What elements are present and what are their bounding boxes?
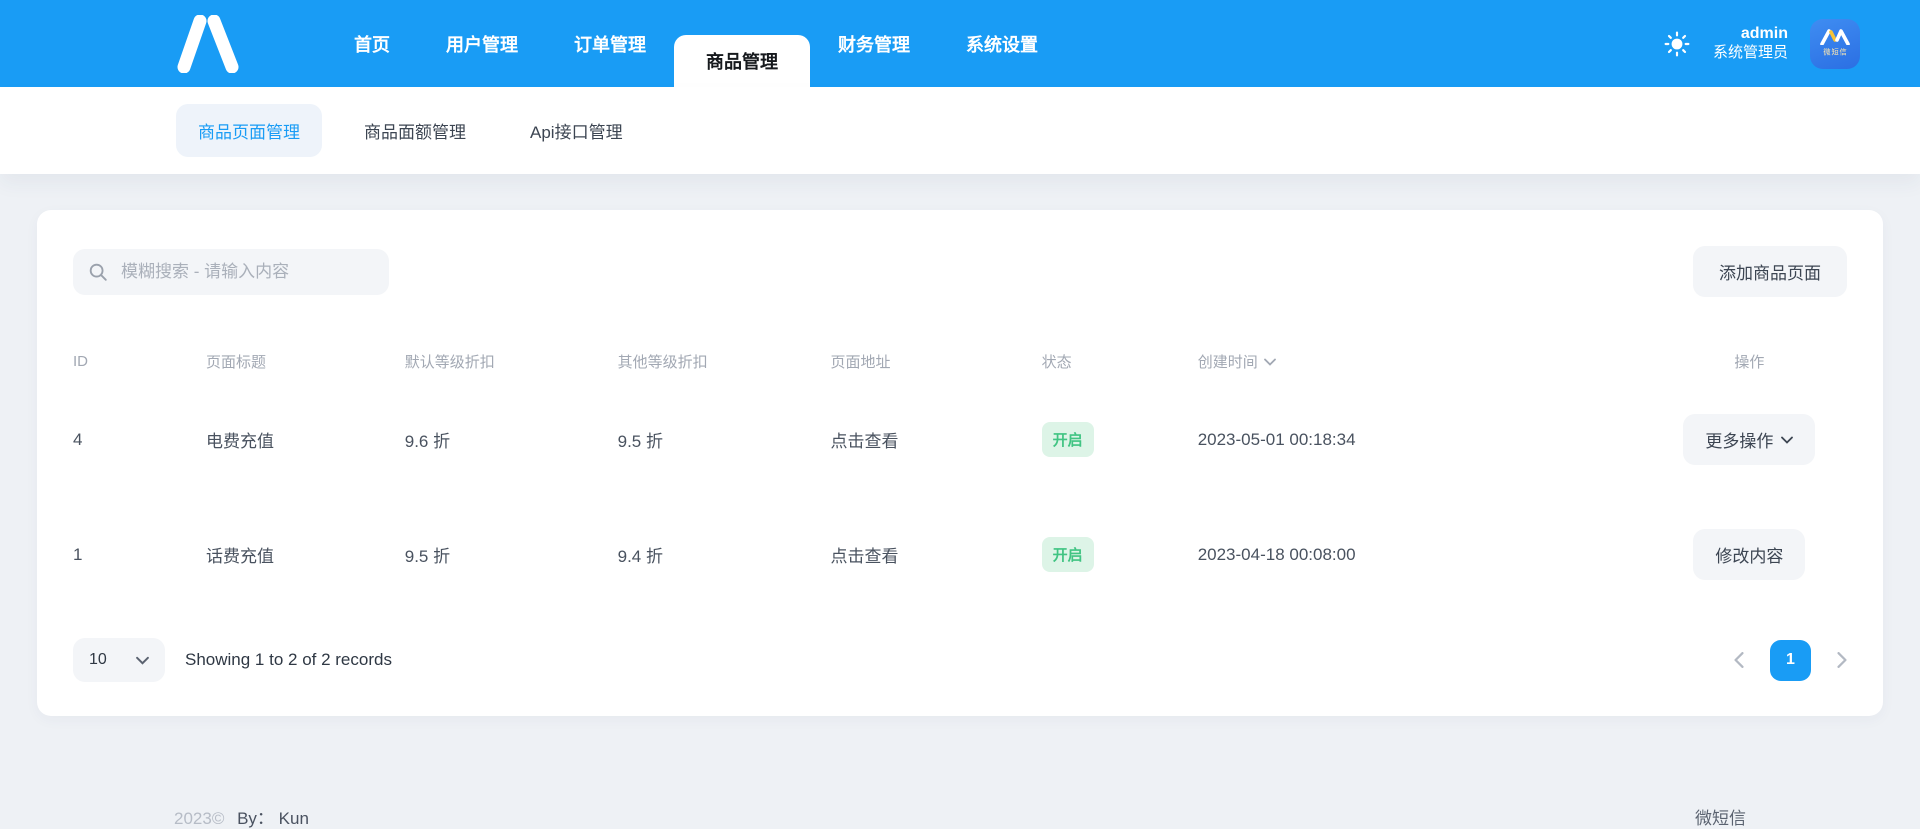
cell-actions: 更多操作	[1683, 382, 1816, 497]
avatar[interactable]: 微短信	[1810, 18, 1860, 69]
page-number-button[interactable]: 1	[1770, 639, 1811, 681]
cell-default-discount: 9.5 折	[404, 547, 451, 566]
col-header-created-at[interactable]: 创建时间	[1198, 341, 1652, 382]
cell-id: 4	[73, 429, 83, 449]
col-header-title: 页面标题	[206, 354, 267, 371]
next-page-icon[interactable]	[1837, 652, 1847, 668]
subnav-item-product-pages[interactable]: 商品页面管理	[176, 104, 322, 157]
user-role: 系统管理员	[1712, 44, 1788, 62]
avatar-logo-text: 微短信	[1822, 48, 1848, 57]
chevron-down-icon	[1781, 436, 1794, 444]
col-header-default-discount: 默认等级折扣	[404, 354, 495, 371]
status-badge: 开启	[1041, 537, 1094, 572]
table-header-row: ID 页面标题 默认等级折扣 其他等级折扣 页面地址 状态 创建时间 操作	[73, 341, 1847, 382]
col-header-id: ID	[73, 353, 88, 370]
nav-item-orders[interactable]: 订单管理	[546, 0, 674, 87]
search-icon	[87, 261, 109, 283]
page-size-select[interactable]: 10	[73, 638, 165, 682]
cell-id: 1	[73, 544, 83, 564]
cell-created-at: 2023-04-18 00:08:00	[1197, 544, 1356, 564]
pagination: 10 Showing 1 to 2 of 2 records 1	[73, 638, 1847, 682]
search-input[interactable]	[121, 261, 375, 282]
table-row: 1 话费充值 9.5 折 9.4 折 点击查看 开启 2023-04-18 00…	[73, 497, 1847, 612]
edit-content-button[interactable]: 修改内容	[1693, 529, 1806, 580]
sun-icon[interactable]	[1663, 30, 1691, 58]
page-footer: 2023© By： Kun 微短信	[0, 804, 1920, 829]
footer-author: By： Kun	[237, 809, 309, 828]
app-logo-icon[interactable]	[170, 14, 246, 73]
nav-item-home[interactable]: 首页	[326, 0, 418, 87]
chevron-down-icon	[136, 656, 149, 665]
add-product-page-button[interactable]: 添加商品页面	[1693, 246, 1847, 297]
pager-controls: 1	[1734, 639, 1847, 681]
cell-status: 开启	[1041, 390, 1198, 489]
toolbar: 添加商品页面	[73, 246, 1847, 297]
main-content: 添加商品页面 ID 页面标题 默认等级折扣 其他等级折扣 页面地址 状态 创建时…	[0, 174, 1920, 716]
cell-page-link[interactable]: 点击查看	[830, 510, 1041, 599]
cell-other-discount: 9.5 折	[617, 432, 663, 451]
col-header-other-discount: 其他等级折扣	[617, 354, 708, 371]
status-badge: 开启	[1041, 422, 1094, 457]
main-nav: 首页 用户管理 订单管理 商品管理 财务管理 系统设置	[326, 0, 1066, 87]
cell-title: 话费充值	[206, 547, 275, 566]
nav-item-settings[interactable]: 系统设置	[938, 0, 1066, 87]
cell-status: 开启	[1041, 505, 1198, 604]
user-meta: admin 系统管理员	[1713, 24, 1788, 63]
cell-default-discount: 9.6 折	[404, 432, 451, 451]
user-name: admin	[1740, 25, 1788, 43]
footer-left: 2023© By： Kun	[174, 804, 309, 829]
nav-item-finance[interactable]: 财务管理	[810, 0, 938, 87]
cell-other-discount: 9.4 折	[617, 547, 663, 566]
cell-page-link[interactable]: 点击查看	[830, 395, 1041, 484]
content-card: 添加商品页面 ID 页面标题 默认等级折扣 其他等级折扣 页面地址 状态 创建时…	[37, 210, 1883, 716]
cell-actions: 修改内容	[1693, 497, 1806, 612]
more-actions-button[interactable]: 更多操作	[1683, 414, 1816, 465]
col-header-page-url: 页面地址	[830, 354, 891, 371]
search-box	[73, 248, 389, 295]
nav-item-products[interactable]: 商品管理	[674, 35, 810, 87]
subnav-item-api[interactable]: Api接口管理	[508, 104, 645, 157]
records-summary: Showing 1 to 2 of 2 records	[185, 650, 392, 669]
product-pages-table: ID 页面标题 默认等级折扣 其他等级折扣 页面地址 状态 创建时间 操作 4 …	[73, 341, 1847, 612]
col-header-status: 状态	[1041, 354, 1072, 371]
avatar-m-icon	[1820, 29, 1850, 45]
secondary-nav: 商品页面管理 商品面额管理 Api接口管理	[0, 87, 1920, 174]
cell-created-at: 2023-05-01 00:18:34	[1197, 429, 1356, 449]
top-header: 首页 用户管理 订单管理 商品管理 财务管理 系统设置 admin 系统管理员	[0, 0, 1920, 87]
nav-item-users[interactable]: 用户管理	[418, 0, 546, 87]
cell-title: 电费充值	[206, 432, 275, 451]
footer-brand[interactable]: 微短信	[1695, 804, 1746, 829]
copyright-year: 2023©	[174, 809, 225, 828]
col-header-actions: 操作	[1734, 354, 1765, 371]
sort-chevron-down-icon[interactable]	[1263, 358, 1276, 366]
prev-page-icon[interactable]	[1734, 652, 1744, 668]
page-size-value: 10	[89, 651, 107, 668]
subnav-item-product-denominations[interactable]: 商品面额管理	[342, 104, 488, 157]
table-row: 4 电费充值 9.6 折 9.5 折 点击查看 开启 2023-05-01 00…	[73, 382, 1847, 497]
header-right: admin 系统管理员 微短信	[1663, 18, 1860, 69]
